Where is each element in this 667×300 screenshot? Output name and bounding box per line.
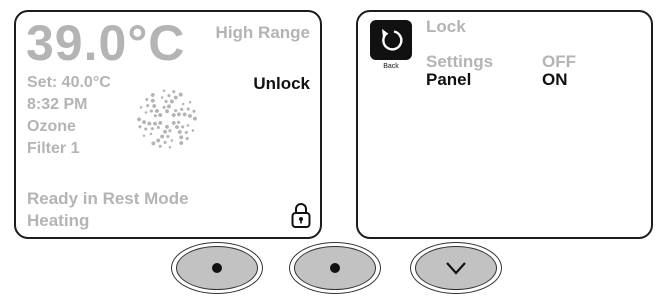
back-label: Back [383,63,399,70]
heating-status: Heating [27,211,90,230]
left-button[interactable] [171,242,263,294]
back-arrow-icon [382,29,403,51]
rest-mode-status: Ready in Rest Mode [27,189,189,208]
settings-lock-label[interactable]: Settings [426,52,493,72]
panel-lock-label[interactable]: Panel [426,70,471,90]
set-temperature: Set: 40.0°C [27,74,111,91]
padlock-icon [291,203,311,228]
dot-icon [212,263,222,273]
dot-icon [330,263,340,273]
main-status-screen: 39.0°C High Range Set: 40.0°C 8:32 PM Oz… [14,10,322,239]
settings-lock-value[interactable]: OFF [542,52,576,72]
clock-time: 8:32 PM [27,96,88,113]
ozone-status: Ozone [27,118,76,135]
temperature-range[interactable]: High Range [216,23,310,43]
down-button[interactable] [410,242,502,294]
unlock-option[interactable]: Unlock [253,74,310,94]
filter-status: Filter 1 [27,140,80,157]
panel-lock-value[interactable]: ON [542,70,568,90]
back-button[interactable] [370,20,412,60]
lock-settings-screen: Back Lock Settings OFF Panel ON [356,10,653,239]
chevron-down-icon [446,262,466,275]
water-temperature: 39.0°C [26,15,186,71]
middle-button[interactable] [289,242,381,294]
pinwheel-icon [133,89,201,149]
screen-title: Lock [426,17,466,36]
